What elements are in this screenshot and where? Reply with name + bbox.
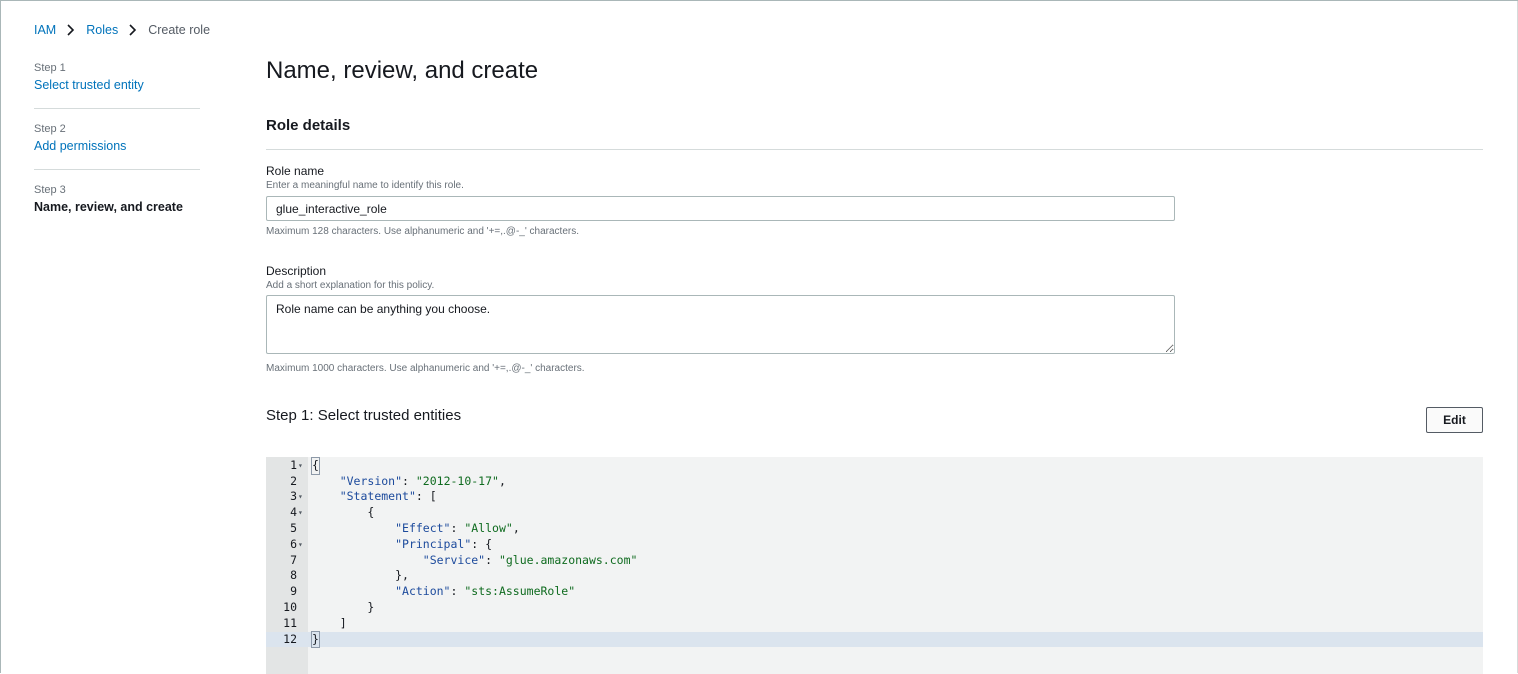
- line-number: 2: [290, 473, 297, 488]
- step-link-select-trusted-entity[interactable]: Select trusted entity: [34, 77, 200, 94]
- code-text: "Principal": {: [395, 536, 493, 551]
- window-left-border: [0, 1, 1, 673]
- line-number: 4: [290, 505, 297, 520]
- line-number: 11: [283, 615, 297, 630]
- line-number: 10: [283, 600, 297, 614]
- role-name-hint: Maximum 128 characters. Use alphanumeric…: [266, 226, 579, 237]
- line-number: 3: [290, 489, 297, 504]
- code-line[interactable]: 6 ▾ "Principal": {: [266, 537, 1483, 553]
- chevron-right-icon: [64, 23, 78, 37]
- line-number: 7: [290, 552, 297, 567]
- fold-caret-icon[interactable]: ▾: [298, 489, 306, 505]
- line-number: 8: [290, 568, 297, 583]
- line-number: 1: [290, 457, 297, 472]
- code-line[interactable]: 3 ▾ "Statement": [: [266, 489, 1483, 505]
- code-text: }: [311, 630, 320, 649]
- line-number: 5: [290, 521, 297, 535]
- code-line[interactable]: 8 },: [266, 568, 1483, 584]
- code-line[interactable]: 10 }: [266, 600, 1483, 616]
- json-policy-editor[interactable]: 1 ▾{2 "Version": "2012-10-17", 3 ▾ "Stateme…: [266, 457, 1483, 674]
- step-current-label: Name, review, and create: [34, 200, 183, 214]
- fold-caret-icon[interactable]: ▾: [298, 537, 306, 553]
- edit-trusted-entities-button[interactable]: Edit: [1426, 407, 1483, 433]
- code-text: ]: [312, 615, 347, 630]
- wizard-step-2: Step 2 Add permissions: [34, 122, 200, 170]
- step-number: Step 3: [34, 184, 66, 196]
- code-line[interactable]: 1 ▾ {: [266, 457, 1483, 475]
- line-number: 6: [290, 536, 297, 551]
- role-name-description: Enter a meaningful name to identify this…: [266, 180, 464, 191]
- wizard-steps: Step 1 Select trusted entity Step 2 Add …: [34, 61, 200, 243]
- section-title-role-details: Role details: [266, 117, 351, 134]
- code-text: "Version": "2012-10-17",: [339, 473, 506, 488]
- description-label: Description: [266, 264, 327, 278]
- breadcrumb-current: Create role: [148, 23, 211, 37]
- step-link-add-permissions[interactable]: Add permissions: [34, 138, 200, 155]
- line-number: 12: [283, 631, 297, 646]
- code-text: }: [312, 600, 375, 614]
- code-line[interactable]: 2 "Version": "2012-10-17",: [266, 474, 1483, 490]
- role-name-input[interactable]: [266, 196, 1175, 221]
- code-line[interactable]: 4 ▾ {: [266, 505, 1483, 521]
- section-divider: [266, 149, 1483, 150]
- code-text: "Service": "glue.amazonaws.com": [422, 552, 638, 567]
- code-line[interactable]: 9 "Action": "sts:AssumeRole": [266, 584, 1483, 600]
- code-line[interactable]: 11 ]: [266, 616, 1483, 632]
- description-hint: Maximum 1000 characters. Use alphanumeri…: [266, 363, 585, 374]
- step-number: Step 2: [34, 123, 66, 135]
- code-text: {: [311, 457, 320, 475]
- wizard-step-3: Step 3 Name, review, and create: [34, 183, 200, 230]
- code-line[interactable]: 7 "Service": "glue.amazonaws.com": [266, 553, 1483, 569]
- page-title: Name, review, and create: [266, 57, 539, 84]
- code-text: "Statement": [: [339, 489, 437, 504]
- description-help: Add a short explanation for this policy.: [266, 280, 435, 291]
- fold-caret-icon[interactable]: ▾: [298, 458, 306, 474]
- code-text: },: [312, 568, 409, 583]
- code-line[interactable]: 12}: [266, 630, 1483, 649]
- trusted-entities-title: Step 1: Select trusted entities: [266, 407, 462, 424]
- code-text: "Action": "sts:AssumeRole": [395, 584, 576, 599]
- breadcrumb-roles[interactable]: Roles: [86, 23, 118, 37]
- chevron-right-icon: [126, 23, 140, 37]
- role-name-label: Role name: [266, 164, 325, 178]
- line-number: 9: [290, 584, 297, 599]
- description-textarea[interactable]: Role name can be anything you choose.: [266, 295, 1175, 354]
- breadcrumb-iam[interactable]: IAM: [34, 23, 56, 37]
- code-text: "Effect": "Allow",: [395, 521, 520, 535]
- wizard-step-1: Step 1 Select trusted entity: [34, 61, 200, 109]
- code-text: {: [312, 505, 375, 520]
- code-line[interactable]: 5 "Effect": "Allow",: [266, 521, 1483, 537]
- fold-caret-icon[interactable]: ▾: [298, 505, 306, 521]
- breadcrumb: IAM Roles Create role: [34, 23, 210, 37]
- step-number: Step 1: [34, 62, 66, 74]
